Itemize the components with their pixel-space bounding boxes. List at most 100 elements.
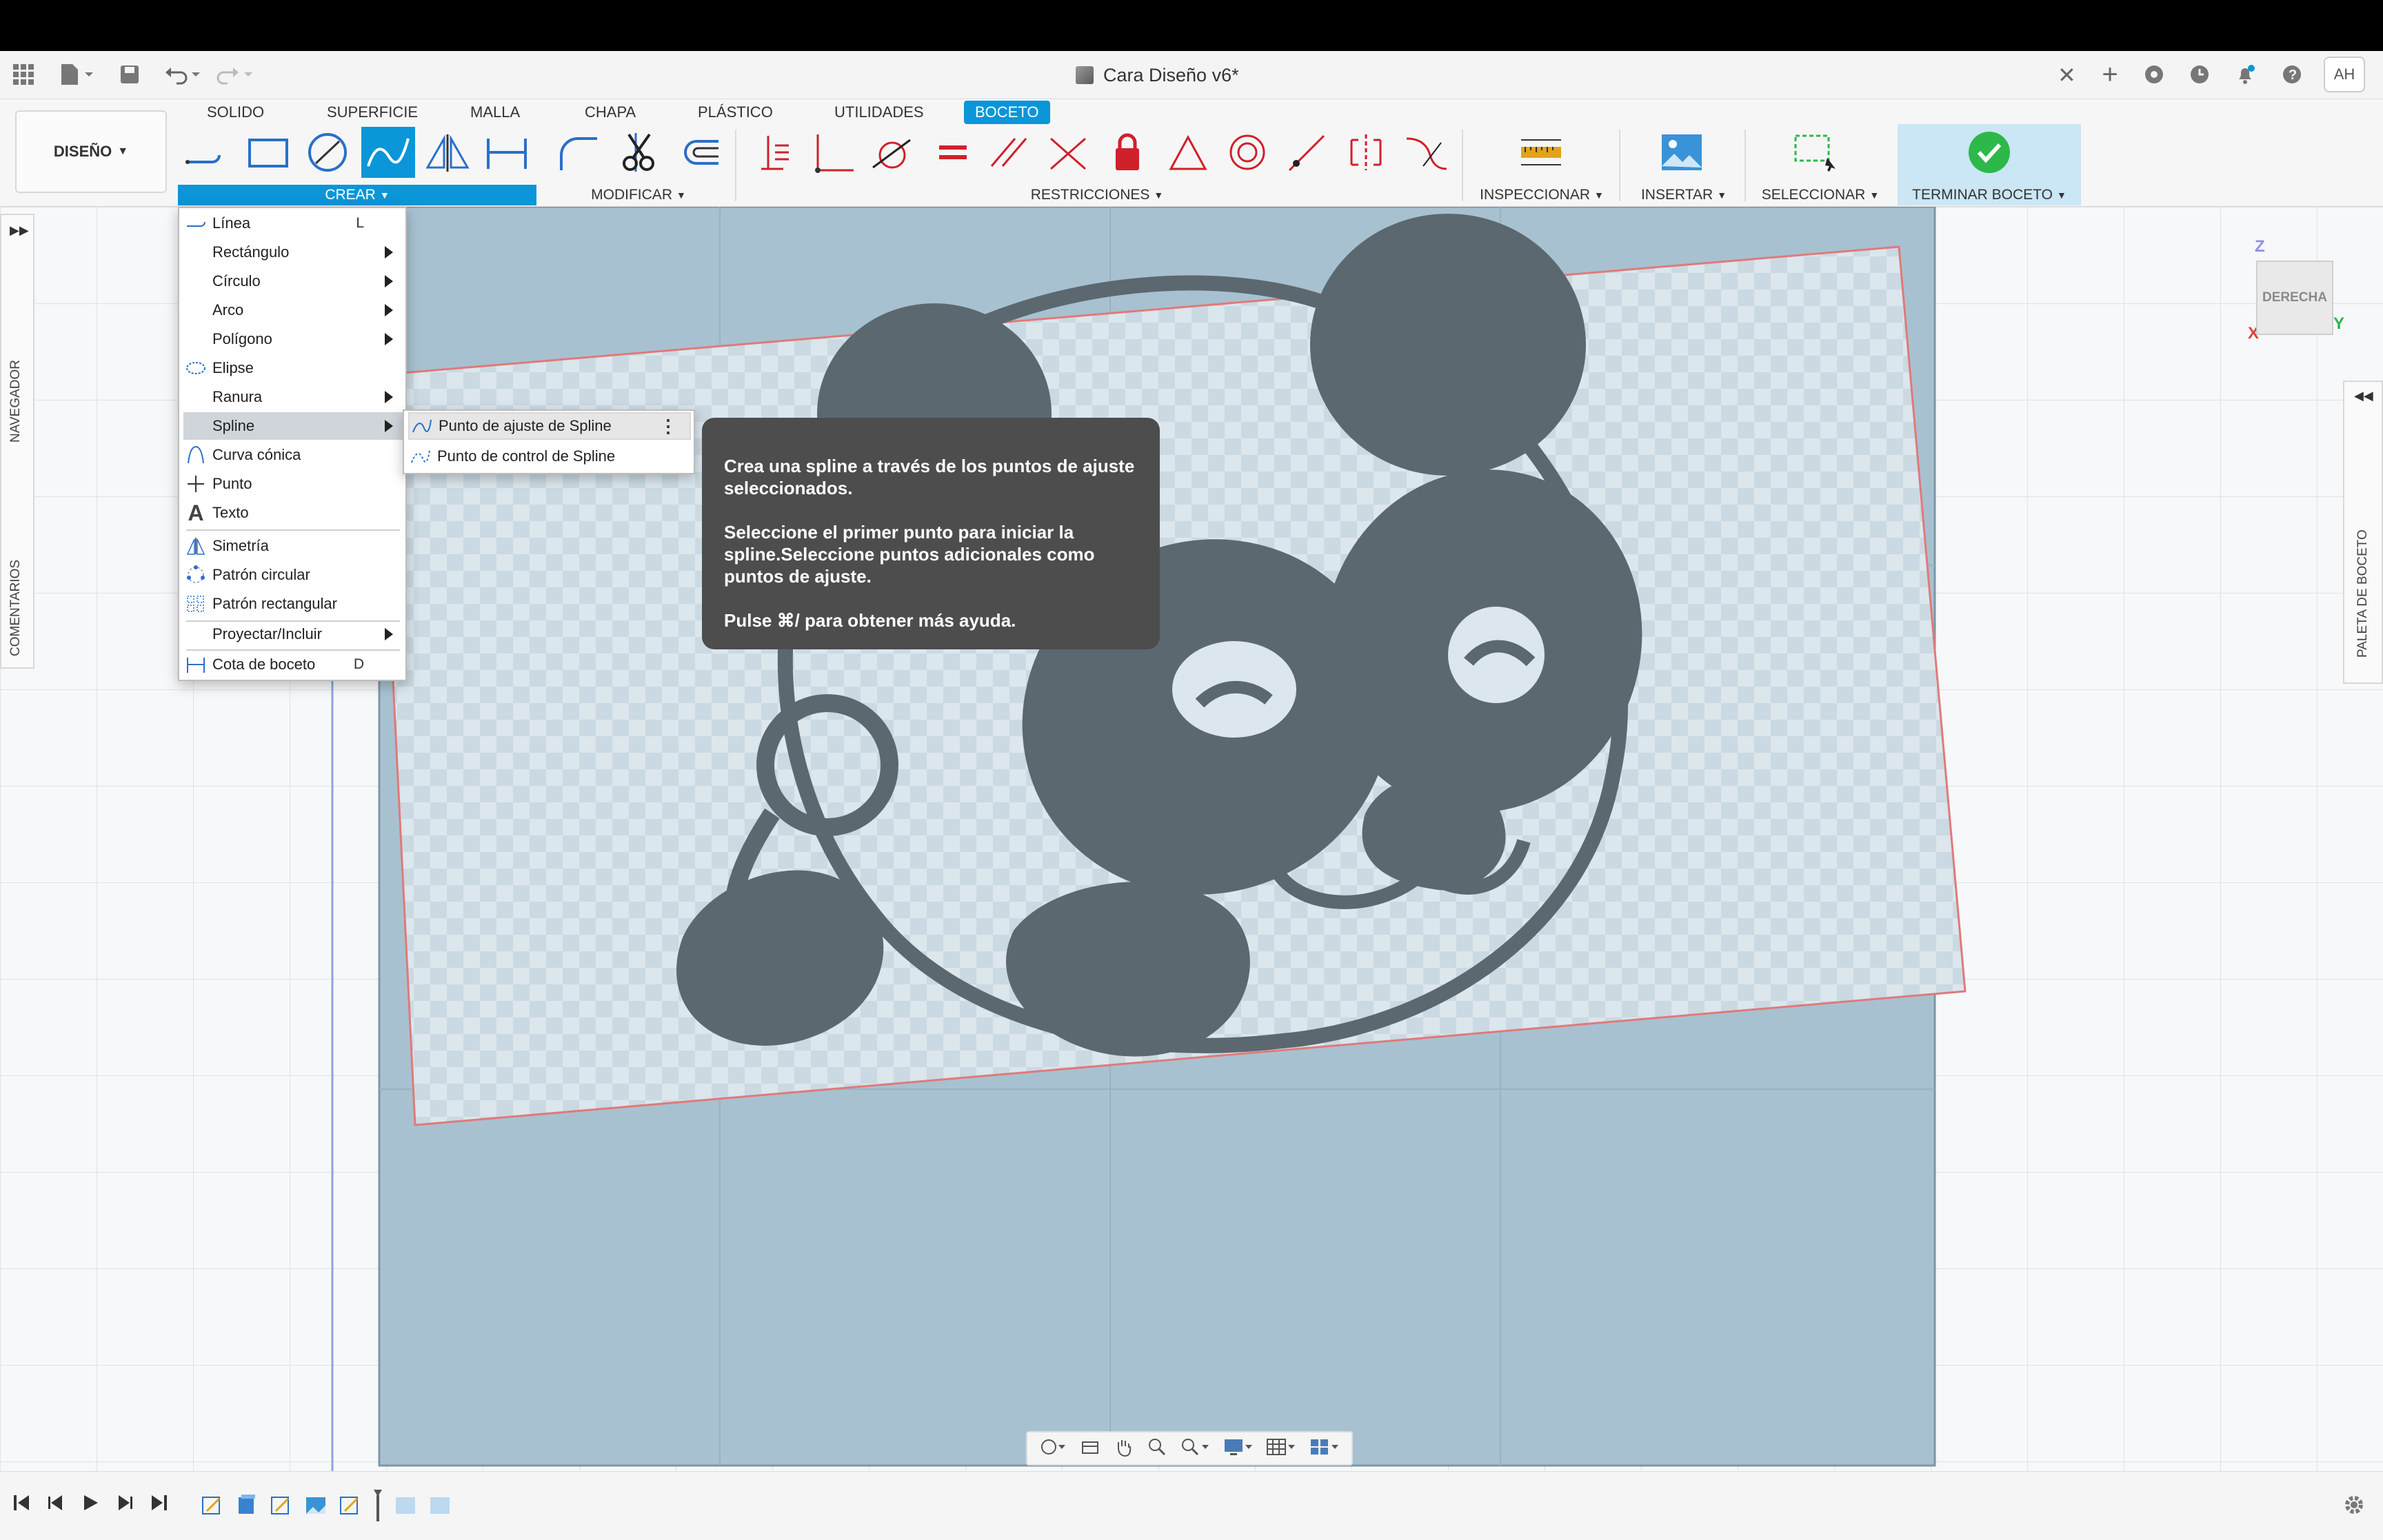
spline-tool-icon[interactable]: [361, 127, 415, 178]
menu-item-circle[interactable]: Círculo: [183, 267, 403, 295]
redo-icon[interactable]: [215, 61, 257, 88]
timeline-settings-gear-icon[interactable]: [2342, 1492, 2366, 1521]
menu-item-line[interactable]: Línea L: [183, 210, 403, 237]
timeline-sketch-icon[interactable]: [338, 1493, 363, 1521]
timeline-extrude-icon[interactable]: [234, 1493, 259, 1521]
symmetry-constraint-icon[interactable]: [1339, 127, 1393, 178]
play-icon[interactable]: [81, 1492, 99, 1517]
notifications-bell-icon[interactable]: [2231, 61, 2259, 88]
workspace-switcher[interactable]: DISEÑO ▼: [15, 110, 167, 193]
tab-chapa[interactable]: CHAPA: [574, 101, 647, 124]
sketch-dimension-icon[interactable]: [480, 127, 534, 178]
save-icon[interactable]: [116, 61, 143, 88]
inspect-menu-button[interactable]: INSPECCIONAR ▼: [1473, 185, 1611, 205]
expand-panel-icon[interactable]: ▶▶: [10, 223, 29, 238]
comments-tab[interactable]: COMENTARIOS: [8, 560, 23, 656]
menu-item-mirror[interactable]: Simetría: [183, 532, 403, 560]
extensions-icon[interactable]: [2140, 61, 2168, 88]
pan-hand-icon[interactable]: [1113, 1437, 1134, 1461]
menu-item-sketch-dimension[interactable]: Cota de boceto D: [183, 651, 403, 678]
undo-icon[interactable]: [163, 61, 204, 88]
collapse-panel-icon[interactable]: ◀◀: [2354, 389, 2373, 403]
insert-menu-button[interactable]: INSERTAR ▼: [1630, 185, 1738, 205]
more-options-icon[interactable]: ⋮: [659, 416, 677, 437]
horizontal-vertical-constraint-icon[interactable]: [749, 127, 803, 178]
perpendicular-constraint-icon[interactable]: [1041, 127, 1095, 178]
look-at-icon[interactable]: [1080, 1437, 1100, 1461]
insert-image-icon[interactable]: [1655, 127, 1709, 178]
apps-grid-icon[interactable]: [10, 61, 37, 88]
tangent-constraint-icon[interactable]: [865, 127, 918, 178]
tab-superficie[interactable]: SUPERFICIE: [316, 101, 429, 124]
view-cube[interactable]: DERECHA: [2256, 261, 2333, 335]
fillet-tool-icon[interactable]: [552, 127, 605, 178]
menu-item-conic-curve[interactable]: Curva cónica: [183, 441, 403, 469]
zoom-icon[interactable]: [1147, 1437, 1167, 1461]
job-status-icon[interactable]: [2186, 61, 2213, 88]
menu-item-rectangle[interactable]: Rectángulo: [183, 239, 403, 266]
curvature-constraint-icon[interactable]: [1400, 127, 1454, 178]
finish-sketch-check-icon[interactable]: [1962, 127, 2016, 178]
menu-item-fit-point-spline[interactable]: Punto de ajuste de Spline ⋮: [408, 412, 691, 440]
menu-item-point[interactable]: Punto: [183, 470, 403, 498]
go-to-end-icon[interactable]: [150, 1492, 168, 1517]
tab-solido[interactable]: SOLIDO: [196, 101, 275, 124]
menu-item-text[interactable]: A Texto: [183, 499, 403, 527]
select-window-icon[interactable]: [1789, 127, 1842, 178]
menu-item-project-include[interactable]: Proyectar/Incluir: [183, 620, 403, 648]
viewports-icon[interactable]: [1309, 1437, 1340, 1461]
tab-utilidades[interactable]: UTILIDADES: [823, 101, 935, 124]
collinear-constraint-icon[interactable]: [1280, 127, 1334, 178]
menu-item-arc[interactable]: Arco: [183, 296, 403, 324]
tab-boceto[interactable]: BOCETO: [964, 101, 1050, 124]
menu-item-rectangular-pattern[interactable]: Patrón rectangular: [183, 590, 403, 618]
step-forward-icon[interactable]: [116, 1492, 134, 1517]
new-tab-plus-icon[interactable]: +: [2096, 59, 2124, 90]
equal-constraint-icon[interactable]: [925, 127, 979, 178]
grid-settings-icon[interactable]: [1266, 1437, 1296, 1461]
rectangle-tool-icon[interactable]: [241, 127, 295, 178]
create-menu-button[interactable]: CREAR ▼: [178, 185, 536, 205]
timeline-sketch-icon[interactable]: [200, 1493, 225, 1521]
navigator-tab[interactable]: NAVEGADOR: [8, 360, 23, 443]
concentric-constraint-icon[interactable]: [1220, 127, 1274, 178]
go-to-start-icon[interactable]: [12, 1492, 30, 1517]
tab-malla[interactable]: MALLA: [459, 101, 531, 124]
menu-item-spline[interactable]: Spline: [183, 412, 403, 440]
menu-item-slot[interactable]: Ranura: [183, 383, 403, 411]
close-tab-icon[interactable]: ✕: [2058, 62, 2076, 88]
line-tool-icon[interactable]: [181, 127, 234, 178]
timeline-canvas-icon[interactable]: [393, 1493, 418, 1521]
offset-tool-icon[interactable]: [673, 127, 727, 178]
timeline-canvas-icon[interactable]: [303, 1493, 328, 1521]
midpoint-constraint-icon[interactable]: [1161, 127, 1215, 178]
menu-item-circular-pattern[interactable]: Patrón circular: [183, 561, 403, 589]
select-menu-button[interactable]: SELECCIONAR ▼: [1754, 185, 1887, 205]
mirror-tool-icon[interactable]: [421, 127, 474, 178]
coincident-constraint-icon[interactable]: [807, 127, 861, 178]
help-icon[interactable]: ?: [2278, 61, 2306, 88]
finish-sketch-menu-button[interactable]: TERMINAR BOCETO ▼: [1900, 185, 2078, 205]
constraints-menu-button[interactable]: RESTRICCIONES ▼: [749, 185, 1445, 205]
menu-item-polygon[interactable]: Polígono: [183, 325, 403, 353]
timeline-sketch-icon[interactable]: [269, 1493, 294, 1521]
tab-plastico[interactable]: PLÁSTICO: [687, 101, 784, 124]
trim-scissors-icon[interactable]: [612, 127, 666, 178]
timeline-marker-icon[interactable]: [372, 1488, 383, 1526]
display-settings-icon[interactable]: [1223, 1437, 1254, 1461]
document-tab[interactable]: Cara Diseño v6*: [1076, 59, 1239, 91]
file-menu-icon[interactable]: [55, 61, 97, 88]
measure-ruler-icon[interactable]: [1514, 127, 1568, 178]
user-avatar[interactable]: AH: [2324, 57, 2365, 92]
menu-item-ellipse[interactable]: Elipse: [183, 354, 403, 382]
zoom-window-icon[interactable]: [1180, 1437, 1210, 1461]
orbit-icon[interactable]: [1039, 1437, 1067, 1461]
parallel-constraint-icon[interactable]: [982, 127, 1036, 178]
fix-lock-icon[interactable]: [1100, 127, 1154, 178]
step-back-icon[interactable]: [47, 1492, 65, 1517]
menu-item-control-point-spline[interactable]: Punto de control de Spline: [408, 443, 691, 470]
modify-menu-button[interactable]: MODIFICAR ▼: [552, 185, 725, 205]
circle-tool-icon[interactable]: [301, 127, 354, 178]
sketch-palette-tab[interactable]: PALETA DE BOCETO: [2355, 529, 2371, 658]
timeline-canvas-icon[interactable]: [428, 1493, 452, 1521]
